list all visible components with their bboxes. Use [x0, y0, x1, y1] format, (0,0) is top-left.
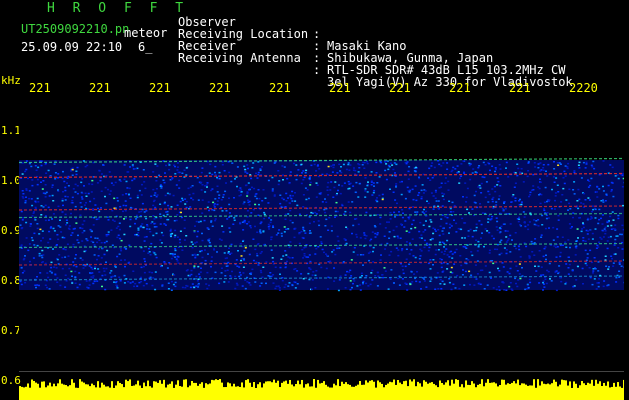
y-axis-unit-label: kHz — [1, 74, 21, 87]
datetime-label: 25.09.09 22:10 — [21, 40, 123, 54]
spectrogram-plot — [19, 97, 624, 367]
x-tick-label: 221 — [449, 81, 471, 95]
info-separator: : — [313, 63, 321, 77]
x-tick-label: 221 — [269, 81, 291, 95]
meter-bars — [19, 379, 625, 400]
y-tick-label: 0.8 — [1, 274, 21, 287]
x-tick-label: 221 — [389, 81, 411, 95]
app-name: H R O F F T — [47, 1, 189, 16]
x-tick-label: 221 — [29, 81, 51, 95]
y-tick-label: 0.6 — [1, 374, 21, 387]
y-tick-label: 1.0 — [1, 174, 21, 187]
signal-level-meter — [19, 379, 625, 400]
y-tick-label: 1.1 — [1, 124, 21, 137]
meter-baseline — [19, 371, 624, 372]
y-tick-label: 0.9 — [1, 224, 21, 237]
hrofft-window: H R O F F T UT2509092210.pn meteor 25.09… — [0, 0, 629, 400]
count-label: 6_ — [138, 40, 153, 54]
x-tick-label: 221 — [509, 81, 531, 95]
info-key: Receiving Antenna — [178, 51, 301, 65]
signal-level-svg — [19, 379, 625, 400]
y-tick-label: 0.7 — [1, 324, 21, 337]
signal-band — [19, 160, 624, 290]
spectrogram-svg — [19, 97, 624, 367]
x-tick-label: 221 — [89, 81, 111, 95]
x-tick-label: 221 — [149, 81, 171, 95]
mode-label: meteor — [124, 26, 168, 40]
filename-label: UT2509092210.pn — [21, 22, 130, 36]
x-tick-label: 2220 — [569, 81, 598, 95]
x-tick-label: 221 — [329, 81, 351, 95]
x-tick-label: 221 — [209, 81, 231, 95]
